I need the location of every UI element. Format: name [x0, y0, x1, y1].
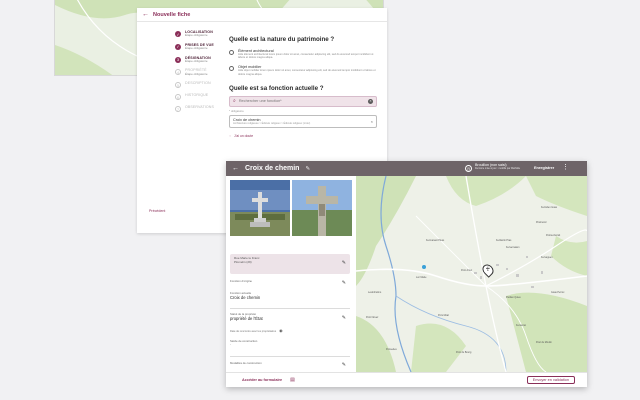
map-label: Lestrohalmo — [368, 291, 382, 294]
map-label: Loc Marie — [416, 276, 427, 279]
map-label: Pont Arrez — [461, 269, 473, 272]
section-fonction-origine: Fonction d'origine ✎ — [230, 279, 346, 286]
section-date-rencontre: Date de rencontre avec les propriétaires… — [230, 328, 283, 333]
radio-button[interactable] — [229, 50, 234, 55]
question-nature-title: Quelle est la nature du patrimoine ? — [229, 36, 335, 43]
map-label: Pors Moal — [438, 314, 449, 317]
remove-icon[interactable]: × — [371, 119, 373, 124]
map-label: Pont Névez — [366, 316, 379, 319]
visibility-icon[interactable]: ◉ — [279, 328, 283, 333]
function-search-field[interactable]: ⌕ × — [229, 95, 377, 107]
clear-icon[interactable]: × — [368, 98, 373, 104]
step-historique[interactable]: 6 HISTORIQUE — [175, 93, 235, 101]
step-number-icon: 7 — [175, 106, 181, 113]
cross-marker-icon: ♰ — [485, 266, 491, 273]
save-button[interactable]: Enregistrer — [534, 166, 554, 170]
send-validation-button[interactable]: Envoyer en validation — [526, 376, 575, 384]
divider — [230, 308, 350, 309]
record-title: Croix de chemin — [245, 165, 300, 172]
divider — [230, 356, 350, 357]
section-fonction-actuelle: Fonction actuelle Croix de chemin — [230, 291, 261, 301]
map-label: Pratmond — [536, 221, 547, 224]
step-prises-de-vue[interactable]: ✓ PRISES DE VUE Étape obligatoire — [175, 43, 235, 51]
check-icon: ✓ — [175, 43, 181, 50]
check-icon: ✓ — [175, 31, 181, 37]
step-number-icon: 6 — [175, 94, 181, 101]
edit-icon[interactable]: ✎ — [342, 315, 346, 321]
required-note: * obligatoire — [229, 108, 244, 113]
access-form-link[interactable]: Accéder au formulaire — [242, 378, 282, 382]
option-objet-mobilier[interactable]: Objet mobilier Aide objet mobilier lorem … — [229, 65, 377, 76]
photo-cross-closeup[interactable] — [292, 180, 352, 236]
clock-icon: ◷ — [465, 165, 472, 172]
selected-function-chip[interactable]: Croix de chemin Architecture religieuse … — [229, 114, 377, 128]
section-modalites-construction: Modalités de construction ✎ — [230, 361, 346, 368]
map-view[interactable]: ♰ Kermanant Pless Kerbartin Pras Pont Ar… — [356, 176, 587, 372]
draft-status: Brouillon (non saisi) Dernière mise à jo… — [475, 163, 521, 171]
edit-icon[interactable]: ✎ — [342, 280, 346, 286]
map-label: Kermanant Pless — [426, 239, 445, 242]
step-description[interactable]: 5 DESCRIPTION — [175, 81, 235, 89]
map-label: Pointe-Kérisit — [546, 234, 561, 237]
help-icon: ◌ — [229, 133, 232, 138]
map-label: Pardan Quieu — [506, 296, 521, 299]
step-number-icon: 3 — [175, 56, 181, 63]
previous-link[interactable]: Précédent — [149, 209, 165, 213]
back-arrow-icon[interactable]: ← — [142, 11, 149, 18]
form-header: ← Nouvelle fiche — [137, 8, 387, 22]
step-number-icon: 4 — [175, 69, 181, 76]
step-propriete[interactable]: 4 PROPRIÉTÉ Étape obligatoire — [175, 68, 235, 76]
record-detail-window: ← Croix de chemin ✎ ◷ Brouillon (non sai… — [226, 161, 587, 387]
detail-footer: Accéder au formulaire ▤ Envoyer en valid… — [226, 372, 587, 387]
map-label: Kerbartin Pras — [496, 239, 512, 242]
map-label: Pont du Bourg — [456, 351, 472, 354]
back-arrow-icon[interactable]: ← — [232, 165, 239, 172]
map-label: Kervernalem — [506, 246, 520, 249]
section-statut-propriete: Statut de la propriété propriété de l'Ét… — [230, 312, 346, 322]
option-element-architectural[interactable]: Élément architectural Aide élément archit… — [229, 49, 377, 59]
map-label: Goas Perroc — [551, 291, 565, 294]
photo-cross-landscape[interactable] — [230, 180, 290, 236]
radio-button[interactable] — [229, 66, 234, 72]
map-label: Ponsedes — [386, 348, 397, 351]
map-label: Kervéguen — [541, 256, 553, 259]
unsure-link[interactable]: ◌ J'ai un doute — [229, 134, 377, 138]
step-observations[interactable]: 7 OBSERVATIONS — [175, 105, 235, 113]
edit-icon[interactable]: ✎ — [342, 362, 346, 368]
comment-icon[interactable]: ▤ — [290, 377, 295, 383]
form-title: Nouvelle fiche — [153, 11, 191, 18]
map-label: Kersuzan — [516, 324, 527, 327]
question-area: Quelle est la nature du patrimoine ? Élé… — [229, 36, 377, 138]
more-menu-icon[interactable]: ⋮ — [562, 163, 569, 171]
step-number-icon: 5 — [175, 82, 181, 89]
map-label: Kerinden Goas — [541, 206, 557, 209]
map-label: Poul du Moulin — [536, 341, 552, 344]
step-localisation[interactable]: ✓ LOCALISATION Étape obligatoire — [175, 30, 235, 38]
step-designation[interactable]: 3 DÉSIGNATION Étape obligatoire — [175, 56, 235, 64]
function-search-input[interactable] — [238, 99, 368, 104]
address-card[interactable]: Rue Marie le Franc Plomelin (29) ✎ — [230, 254, 350, 274]
step-list: ✓ LOCALISATION Étape obligatoire ✓ PRISES… — [175, 30, 235, 117]
edit-title-icon[interactable]: ✎ — [305, 166, 310, 172]
detail-info-panel: Rue Marie le Franc Plomelin (29) ✎ Fonct… — [226, 176, 356, 372]
edit-icon[interactable]: ✎ — [342, 260, 346, 266]
search-icon: ⌕ — [233, 98, 236, 105]
section-siecle: Siècle de construction - — [230, 339, 258, 347]
question-function-title: Quelle est sa fonction actuelle ? — [229, 84, 324, 92]
detail-header: ← Croix de chemin ✎ ◷ Brouillon (non sai… — [226, 161, 587, 176]
